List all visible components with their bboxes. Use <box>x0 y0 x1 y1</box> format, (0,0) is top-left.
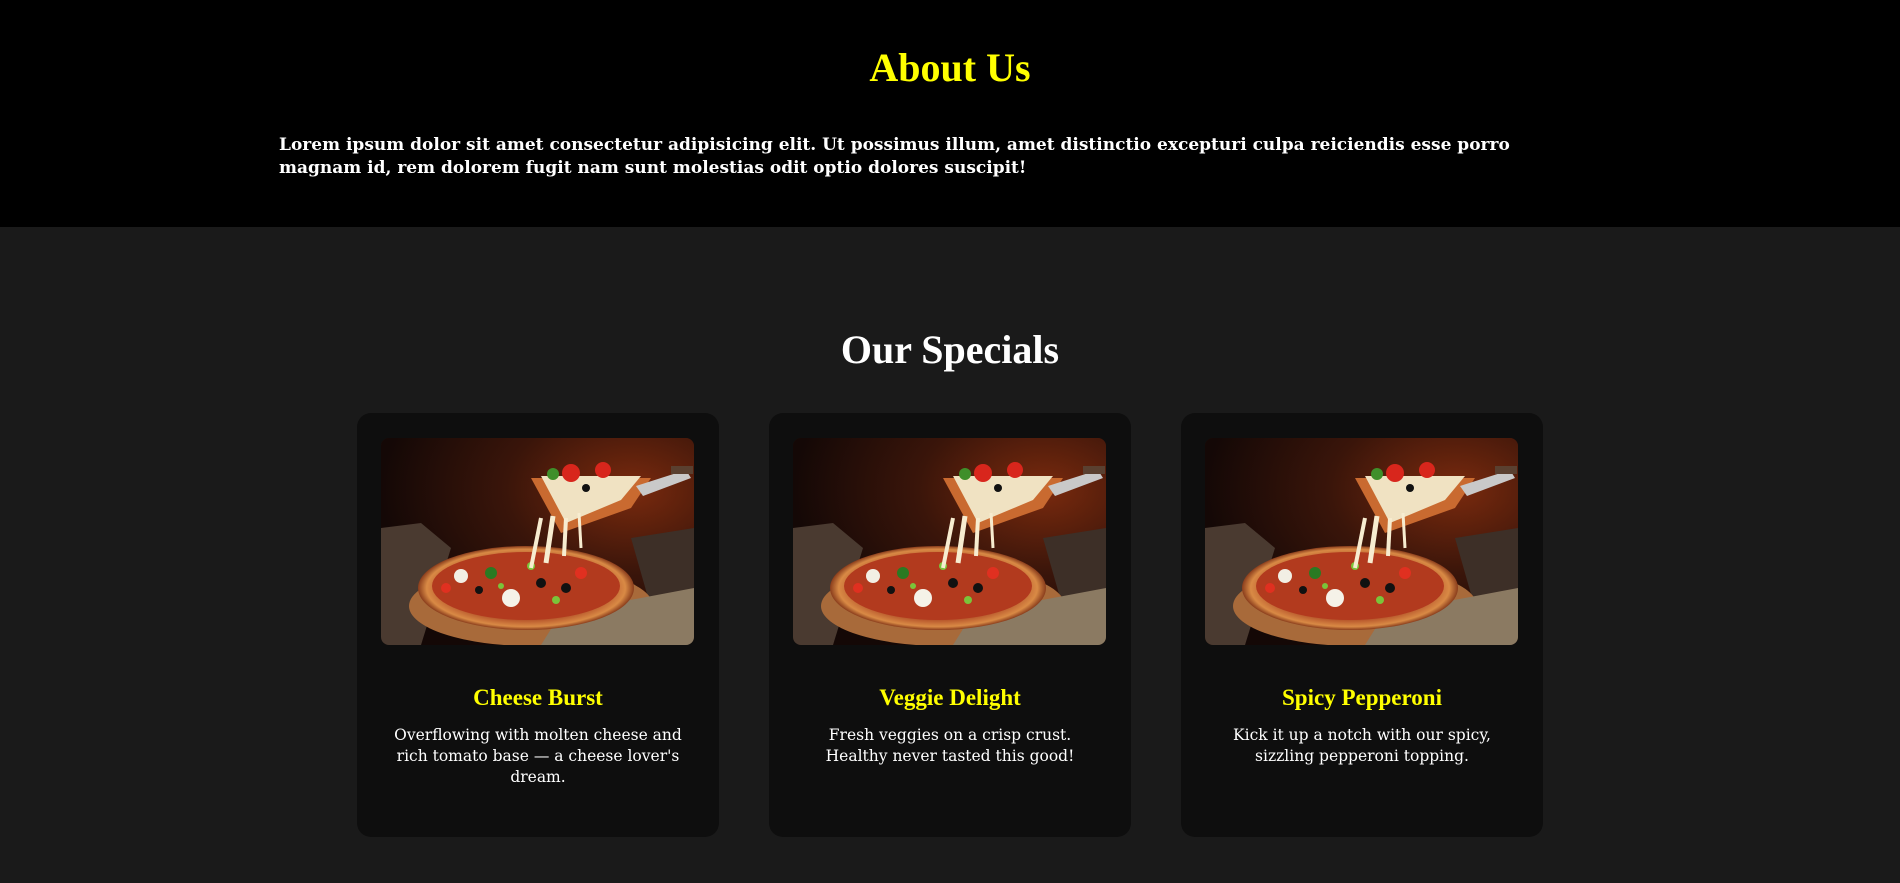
special-description: Fresh veggies on a crisp crust. Healthy … <box>825 726 1075 765</box>
special-name: Spicy Pepperoni <box>1282 685 1442 710</box>
special-card-veggie-delight: Veggie Delight Fresh veggies on a crisp … <box>769 413 1131 837</box>
special-name: Cheese Burst <box>473 685 603 710</box>
special-description: Kick it up a notch with our spicy, sizzl… <box>1233 726 1491 765</box>
about-title: About Us <box>869 45 1031 90</box>
about-text: Lorem ipsum dolor sit amet consectetur a… <box>279 135 1510 178</box>
specials-title: Our Specials <box>840 327 1060 372</box>
special-card-cheese-burst: Cheese Burst Overflowing with molten che… <box>357 413 719 837</box>
pizza-image <box>793 438 1106 645</box>
specials-section: Our Specials Cheese Burst Overflowing wi… <box>0 227 1900 883</box>
about-section: About Us Lorem ipsum dolor sit amet cons… <box>0 0 1900 227</box>
special-name: Veggie Delight <box>879 685 1021 710</box>
special-card-spicy-pepperoni: Spicy Pepperoni Kick it up a notch with … <box>1181 413 1543 837</box>
specials-cards: Cheese Burst Overflowing with molten che… <box>357 413 1543 837</box>
pizza-image <box>1205 438 1518 645</box>
pizza-image <box>381 438 694 645</box>
special-description: Overflowing with molten cheese and rich … <box>394 726 682 786</box>
